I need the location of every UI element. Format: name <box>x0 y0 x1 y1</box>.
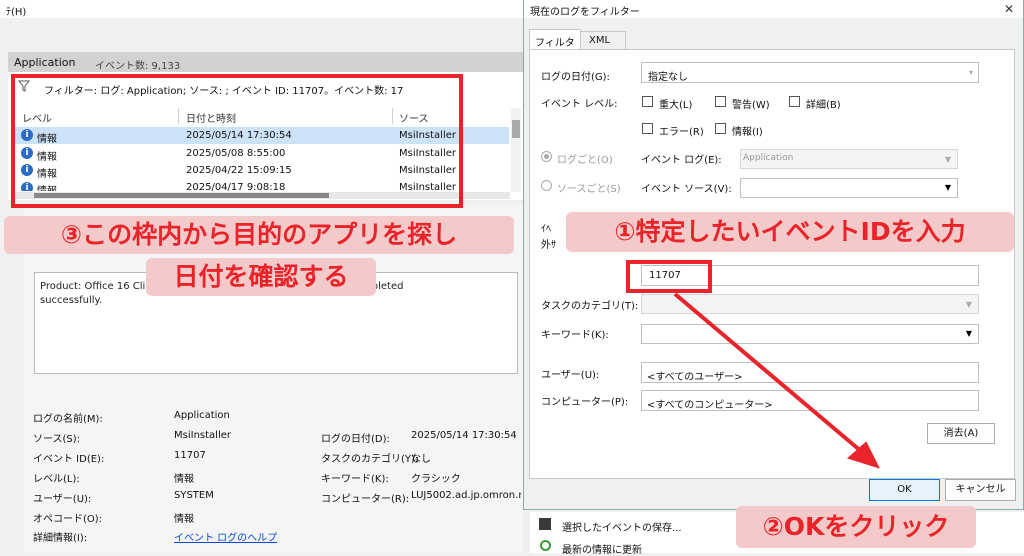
event-logs-label: イベント ログ(E): <box>641 155 722 166</box>
error-label: エラー(R) <box>659 127 704 138</box>
event-level-label: イベント レベル: <box>541 99 618 110</box>
information-checkbox[interactable] <box>715 123 726 134</box>
computer-label: コンピューター(R): <box>321 494 410 505</box>
refresh-icon <box>540 540 551 551</box>
event-count: イベント数: 9,133 <box>95 61 181 72</box>
event-id-label: イベント ID(E): <box>33 454 105 465</box>
error-checkbox[interactable] <box>642 123 653 134</box>
clear-button[interactable]: 消去(A) <box>927 423 995 444</box>
event-logs-value: Application <box>743 153 794 163</box>
refresh-action[interactable]: 最新の情報に更新 <box>562 541 642 556</box>
critical-checkbox[interactable] <box>642 96 653 107</box>
by-source-radio[interactable] <box>541 180 552 191</box>
by-source-label: ソースごと(S) <box>557 184 621 195</box>
dialog-title: 現在のログをフィルター <box>530 7 640 18</box>
opcode-label: オペコード(O): <box>33 514 103 525</box>
logged-value: 2025/05/14 17:30:54 <box>411 430 517 441</box>
message-start: Product: Office 16 Cli <box>40 281 146 292</box>
verbose-label: 詳細(B) <box>806 100 841 111</box>
warning-checkbox[interactable] <box>715 96 726 107</box>
keywords-value: クラシック <box>411 474 461 485</box>
chevron-down-icon: ▼ <box>944 183 952 192</box>
scrollbar-thumb[interactable] <box>512 120 520 138</box>
task-category-label: タスクのカテゴリ(T): <box>541 301 639 312</box>
tab-filter[interactable]: フィルター <box>529 29 581 64</box>
computer-value: LUJ5002.ad.jp.omron.ne <box>411 490 521 501</box>
chevron-down-icon: ▼ <box>965 300 973 309</box>
source-value: MsiInstaller <box>174 430 231 441</box>
log-title: Application <box>14 56 76 69</box>
keywords-label: キーワード(K): <box>321 474 389 485</box>
user-label: ユーザー(U): <box>33 494 92 505</box>
log-name-label: ログの名前(M): <box>33 414 103 425</box>
log-name-value: Application <box>174 410 230 421</box>
log-header <box>8 52 523 72</box>
information-label: 情報(I) <box>732 127 763 138</box>
user-value: SYSTEM <box>174 490 214 501</box>
keywords-select[interactable]: ▼ <box>641 324 979 344</box>
close-icon[interactable]: ✕ <box>1004 2 1014 16</box>
callout-step1: ①特定したいイベントIDを入力 <box>566 212 1014 252</box>
tab-xml[interactable]: XML <box>580 31 626 50</box>
save-selected-events-action[interactable]: 選択したイベントの保存... <box>562 519 682 534</box>
logged-select[interactable]: 指定なし ▾ <box>641 62 979 83</box>
highlight-box-event-id <box>626 260 712 293</box>
computer-input[interactable]: <すべてのコンピューター> <box>641 390 979 411</box>
task-category-select[interactable]: ▼ <box>641 294 979 314</box>
level-value: 情報 <box>174 474 194 485</box>
by-log-radio[interactable] <box>541 151 552 162</box>
callout-step3-line2: 日付を確認する <box>146 258 376 296</box>
opcode-value: 情報 <box>174 514 194 525</box>
message-line2: successfully. <box>40 295 103 306</box>
user-label: ユーザー(U): <box>541 370 600 381</box>
filter-tab-page <box>529 49 1015 479</box>
logged-label: ログの日付(G): <box>541 72 610 83</box>
chevron-down-icon: ▼ <box>965 329 973 338</box>
computer-input-value: <すべてのコンピューター> <box>647 400 773 411</box>
event-log-help-link[interactable]: イベント ログのヘルプ <box>174 529 277 544</box>
more-info-label: 詳細情報(I): <box>33 533 88 544</box>
ok-button[interactable]: OK <box>869 479 940 501</box>
critical-label: 重大(L) <box>659 100 693 111</box>
highlight-box-event-list <box>11 74 463 208</box>
event-id-value: 11707 <box>174 450 206 461</box>
include-label-2: 外ｻ <box>541 240 556 251</box>
user-input[interactable]: <すべてのユーザー> <box>641 362 979 383</box>
chevron-down-icon: ▼ <box>944 155 952 164</box>
task-category-value: なし <box>411 454 431 465</box>
keywords-label: キーワード(K): <box>541 330 609 341</box>
event-logs-select[interactable]: Application ▼ <box>740 149 958 169</box>
chevron-down-icon: ▾ <box>968 68 973 77</box>
verbose-checkbox[interactable] <box>789 96 800 107</box>
tab-xml-label: XML <box>589 35 611 46</box>
include-label: ｲﾍ <box>541 224 551 235</box>
event-sources-label: イベント ソース(V): <box>641 184 732 195</box>
callout-step2: ②OKをクリック <box>736 506 976 548</box>
task-category-label: タスクのカテゴリ(Y): <box>321 454 419 465</box>
menu-help[interactable]: ﾃ(H) <box>6 3 26 18</box>
warning-label: 警告(W) <box>732 100 770 111</box>
event-sources-select[interactable]: ▼ <box>740 178 958 198</box>
by-log-label: ログごと(O) <box>557 155 613 166</box>
callout-step3-line1: ③この枠内から目的のアプリを探し <box>4 216 514 254</box>
user-input-value: <すべてのユーザー> <box>647 372 743 383</box>
computer-label: コンピューター(P): <box>541 397 629 408</box>
logged-select-value: 指定なし <box>648 72 688 83</box>
logged-label: ログの日付(D): <box>321 434 390 445</box>
level-label: レベル(L): <box>33 474 80 485</box>
save-icon <box>539 518 551 530</box>
source-label: ソース(S): <box>33 434 81 445</box>
cancel-button[interactable]: キャンセル <box>945 479 1016 501</box>
